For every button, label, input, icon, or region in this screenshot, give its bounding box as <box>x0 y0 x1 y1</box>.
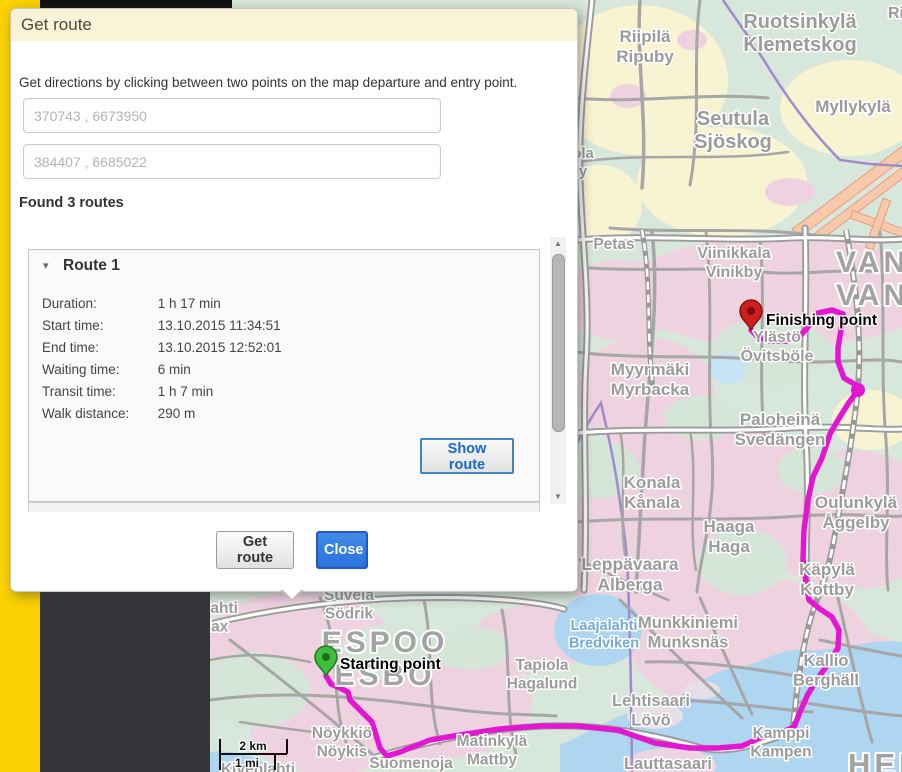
map-label: PaloheinäSvedängen <box>735 410 826 449</box>
detail-label: Transit time: <box>42 384 154 399</box>
detail-label: Waiting time: <box>42 362 154 377</box>
scale-mi-label: 1 mi <box>235 756 259 770</box>
map-label: NöykkiöNöykis <box>312 725 372 761</box>
scroll-up-icon[interactable]: ▲ <box>550 237 566 251</box>
map-label: SeutulaSjöskog <box>694 108 772 153</box>
detail-value: 1 h 17 min <box>158 296 221 311</box>
routes-scrollbar[interactable]: ▲ ▼ <box>550 237 566 504</box>
route-detail-row: Transit time: 1 h 7 min <box>42 384 522 399</box>
route-1-title[interactable]: Route 1 <box>63 257 120 275</box>
detail-label: Walk distance: <box>42 406 154 421</box>
route-1-panel: ▾ Route 1 Duration: 1 h 17 min Start tim… <box>28 249 540 502</box>
close-button[interactable]: Close <box>316 531 368 569</box>
dialog-description: Get directions by clicking between two p… <box>19 75 571 90</box>
map-label: Suomenoja <box>369 755 453 772</box>
map-label: Petas <box>593 236 634 253</box>
map-label: SuvelaSödrik <box>324 587 374 623</box>
detail-value: 13.10.2015 11:34:51 <box>158 318 281 333</box>
map-label: Lauttasaari <box>624 755 712 772</box>
map-label: HELSINKI <box>848 747 902 772</box>
map-label: RuotsinkyläKlemetskog <box>743 11 857 56</box>
dialog-title: Get route <box>11 9 577 41</box>
route-detail-row: Walk distance: 290 m <box>42 406 522 421</box>
start-marker-label: Starting point <box>340 656 441 673</box>
route-detail-row: End time: 13.10.2015 12:52:01 <box>42 340 522 355</box>
detail-value: 6 min <box>158 362 191 377</box>
destination-coordinates-input[interactable] <box>23 144 441 179</box>
scroll-down-icon[interactable]: ▼ <box>550 490 566 504</box>
detail-value: 13.10.2015 12:52:01 <box>158 340 282 355</box>
detail-value: 1 h 7 min <box>158 384 214 399</box>
detail-label: End time: <box>42 340 154 355</box>
dialog-pointer-arrow-fill <box>282 589 302 599</box>
map-label: OulunkyläÅggelby <box>815 493 898 532</box>
detail-label: Start time: <box>42 318 154 333</box>
route-2-panel-clipped[interactable] <box>28 502 540 512</box>
map-label: LaajalahtiBredviken <box>569 618 639 652</box>
show-route-button[interactable]: Show route <box>420 438 514 474</box>
route-transfer-dot <box>851 383 865 397</box>
map-label: HaagaHaga <box>703 517 755 556</box>
map-label: KamppiKampen <box>750 725 811 761</box>
map-label: MyyrmäkiMyrbacka <box>611 360 690 399</box>
map-label: RiipiläRipuby <box>616 27 674 66</box>
route-detail-row: Start time: 13.10.2015 11:34:51 <box>42 318 522 333</box>
map-label: KäpyläKottby <box>799 560 855 599</box>
get-route-button[interactable]: Get route <box>216 531 294 569</box>
scrollbar-thumb[interactable] <box>552 254 565 432</box>
collapse-triangle-icon[interactable]: ▾ <box>43 259 49 272</box>
map-label: KonalaKånala <box>624 473 681 512</box>
route-detail-row: Duration: 1 h 17 min <box>42 296 522 311</box>
app-stage: RiipiläRipuby RuotsinkyläKlemetskog Ri Myll… <box>0 0 902 772</box>
map-label: TapiolaHagalund <box>507 657 578 693</box>
departure-coordinates-input[interactable] <box>23 98 441 133</box>
get-route-dialog: Get route Get directions by clicking bet… <box>10 8 578 592</box>
detail-value: 290 m <box>158 406 196 421</box>
scale-km-label: 2 km <box>239 739 266 753</box>
map-label: MunkkiniemiMunksnäs <box>638 614 738 652</box>
map-label: Ri <box>888 5 902 22</box>
finish-marker-label: Finishing point <box>766 312 877 329</box>
detail-label: Duration: <box>42 296 154 311</box>
route-detail-row: Waiting time: 6 min <box>42 362 522 377</box>
map-label: Myllykylä <box>815 97 891 116</box>
found-routes-heading: Found 3 routes <box>19 195 124 211</box>
map-label: VANTAAVANDA <box>836 246 902 312</box>
